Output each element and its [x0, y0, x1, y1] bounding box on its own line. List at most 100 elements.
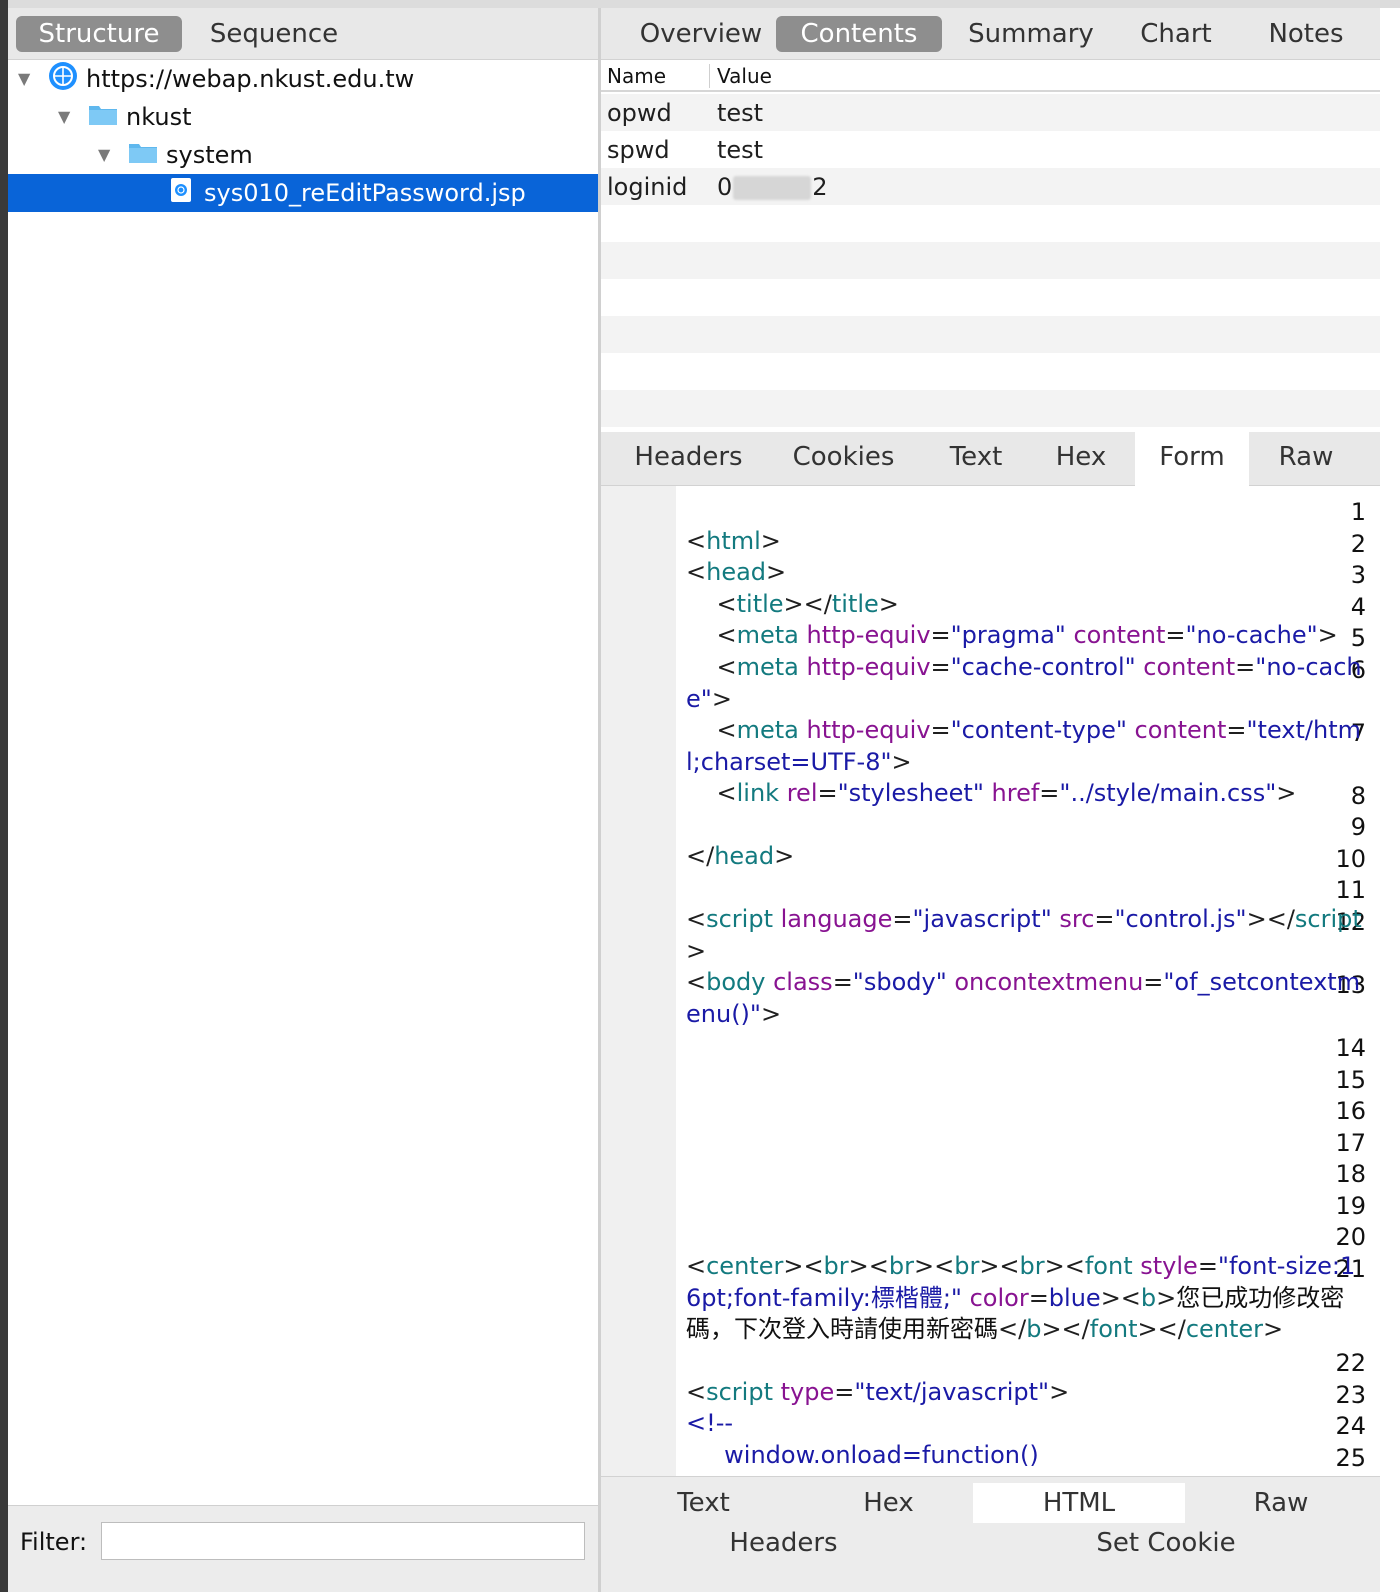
tab-response-text[interactable]: Text	[641, 1483, 766, 1523]
tree-item-folder-system[interactable]: ▼ system	[8, 136, 598, 174]
tab-chart[interactable]: Chart	[1126, 16, 1226, 52]
param-value: 02	[717, 173, 828, 201]
code-token: http-equiv	[798, 653, 931, 681]
code-token: =	[930, 621, 951, 649]
code-token: class	[765, 968, 833, 996]
window-left-edge	[0, 0, 8, 1592]
code-token: br	[1019, 1252, 1045, 1280]
tab-response-hex[interactable]: Hex	[826, 1483, 951, 1523]
code-token: link	[736, 779, 780, 807]
code-token: script	[706, 905, 773, 933]
filter-label: Filter:	[20, 1528, 88, 1556]
tab-hex[interactable]: Hex	[1041, 432, 1121, 486]
code-token: br	[888, 1252, 914, 1280]
code-token: "content-type"	[950, 716, 1127, 744]
tree-item-folder-nkust[interactable]: ▼ nkust	[8, 98, 598, 136]
code-token: color	[961, 1283, 1029, 1312]
empty-row	[601, 205, 1380, 242]
disclosure-triangle-icon[interactable]: ▼	[58, 109, 74, 125]
table-row[interactable]: opwd test	[601, 94, 1380, 131]
table-row[interactable]: spwd test	[601, 131, 1380, 168]
code-token: <	[686, 968, 707, 996]
code-token: >	[1263, 1315, 1284, 1343]
folder-icon	[128, 140, 158, 170]
view-mode-segmented-control: Structure Sequence	[8, 8, 598, 60]
code-token: meta	[736, 621, 799, 649]
tree-item-file-selected[interactable]: sys010_reEditPassword.jsp	[8, 174, 598, 212]
code-token: ></	[1041, 1315, 1090, 1343]
code-token: <	[686, 1378, 707, 1406]
code-token: >	[760, 999, 782, 1028]
tree-item-label: system	[166, 141, 253, 169]
code-token: "no-cache"	[1185, 621, 1318, 649]
code-line: <meta http-equiv="pragma" content="no-ca…	[686, 620, 1366, 652]
code-line: window.onload=function()	[686, 1440, 1366, 1472]
param-name: spwd	[607, 136, 670, 164]
code-token: "sbody"	[852, 968, 947, 996]
code-token: <!--	[686, 1409, 734, 1437]
code-token: br	[954, 1252, 980, 1280]
code-line: <head>	[686, 557, 1366, 589]
code-token: >	[1156, 1283, 1177, 1312]
tab-overview[interactable]: Overview	[621, 16, 781, 52]
code-token: "../style/main.css"	[1059, 779, 1277, 807]
code-token: br	[823, 1252, 849, 1280]
code-token: language	[773, 905, 893, 933]
tab-raw[interactable]: Raw	[1261, 432, 1351, 486]
tab-text[interactable]: Text	[931, 432, 1021, 486]
tab-notes[interactable]: Notes	[1256, 16, 1356, 52]
code-token: font	[1089, 1315, 1138, 1343]
line-number: 11	[1335, 876, 1366, 904]
code-token: =	[1197, 1252, 1218, 1280]
code-token: b	[1026, 1315, 1042, 1343]
tab-form[interactable]: Form	[1135, 432, 1249, 486]
code-token: >	[878, 590, 899, 618]
code-token: http-equiv	[798, 716, 931, 744]
filter-bar: Filter:	[8, 1505, 598, 1592]
detail-pane: Overview Contents Summary Chart Notes Na…	[601, 8, 1380, 1592]
code-token: "control.js"	[1114, 905, 1247, 933]
code-token: blue	[1048, 1283, 1101, 1312]
filter-input[interactable]	[101, 1522, 585, 1560]
tab-cookies[interactable]: Cookies	[781, 432, 906, 486]
code-token: href	[983, 779, 1040, 807]
tab-set-cookie[interactable]: Set Cookie	[1086, 1523, 1246, 1563]
line-number: 17	[1335, 1129, 1366, 1157]
file-icon	[170, 177, 192, 209]
code-line: <title></title>	[686, 589, 1366, 621]
line-number: 1	[1350, 498, 1366, 526]
code-token: center	[1185, 1315, 1264, 1343]
param-name: opwd	[607, 99, 672, 127]
window-top-edge	[0, 0, 1400, 8]
code-token: content	[1065, 621, 1166, 649]
code-token: http-equiv	[798, 621, 931, 649]
folder-icon	[88, 102, 118, 132]
disclosure-triangle-icon[interactable]: ▼	[98, 147, 114, 163]
disclosure-triangle-icon[interactable]: ▼	[18, 71, 34, 87]
tab-headers[interactable]: Headers	[621, 432, 756, 486]
code-token: window.onload=function()	[686, 1441, 1039, 1469]
code-line: <html>	[686, 526, 1366, 558]
code-token: title	[831, 590, 879, 618]
code-token: head	[714, 842, 775, 870]
tab-structure[interactable]: Structure	[16, 16, 182, 52]
tree-item-label: nkust	[126, 103, 192, 131]
code-token: oncontextmenu	[946, 968, 1144, 996]
tab-response-raw[interactable]: Raw	[1221, 1483, 1341, 1523]
tab-summary[interactable]: Summary	[961, 16, 1101, 52]
tab-contents[interactable]: Contents	[776, 16, 942, 52]
request-subtabs: Headers Cookies Text Hex Form Raw	[601, 432, 1380, 486]
tree-item-host[interactable]: ▼ https://webap.nkust.edu.tw	[8, 60, 598, 98]
tab-sequence[interactable]: Sequence	[194, 16, 354, 52]
code-token: script	[1294, 905, 1362, 933]
code-token: <	[686, 716, 737, 744]
code-token: head	[706, 558, 767, 586]
column-header-name[interactable]: Name	[607, 64, 666, 88]
code-token: >	[891, 747, 912, 776]
tab-response-headers[interactable]: Headers	[701, 1523, 866, 1563]
code-token: =	[930, 653, 951, 681]
table-row[interactable]: loginid 02	[601, 168, 1380, 205]
column-header-value[interactable]: Value	[717, 64, 772, 88]
response-html-viewer[interactable]: 1 2 3 4 5 6 7 8 9 10 11 12 13 14 15 16 17 18 19 20 21 22 23 24 2…	[601, 486, 1380, 1476]
tab-response-html[interactable]: HTML	[973, 1483, 1185, 1523]
